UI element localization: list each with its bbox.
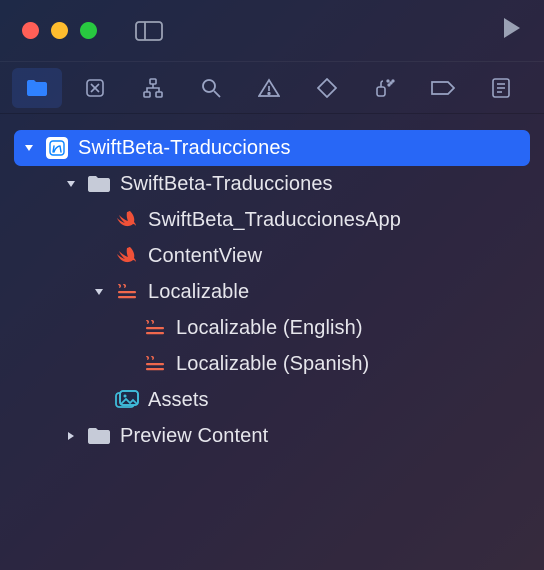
tree-row-swift-file[interactable]: SwiftBeta_TraduccionesApp — [14, 202, 530, 238]
tree-row-project-root[interactable]: SwiftBeta-Traducciones — [14, 130, 530, 166]
strings-file-icon — [114, 281, 140, 303]
tests-navigator-tab[interactable] — [302, 68, 352, 108]
tree-row-strings-file[interactable]: Localizable (Spanish) — [14, 346, 530, 382]
close-window-button[interactable] — [22, 22, 39, 39]
tree-row-label: SwiftBeta_TraduccionesApp — [148, 209, 401, 232]
diamond-icon — [317, 78, 337, 98]
swift-file-icon — [114, 209, 140, 231]
report-icon — [492, 78, 510, 98]
folder-icon — [86, 173, 112, 195]
swift-file-icon — [114, 245, 140, 267]
source-control-icon — [85, 78, 105, 98]
play-icon — [502, 17, 522, 39]
tree-row-label: Localizable (Spanish) — [176, 353, 369, 376]
title-bar — [0, 0, 544, 62]
breakpoints-navigator-tab[interactable] — [418, 68, 468, 108]
tree-row-strings-file[interactable]: Localizable (English) — [14, 310, 530, 346]
tree-row-strings-group[interactable]: Localizable — [14, 274, 530, 310]
strings-file-icon — [142, 317, 168, 339]
tree-row-label: Preview Content — [120, 425, 268, 448]
find-navigator-tab[interactable] — [186, 68, 236, 108]
source-control-navigator-tab[interactable] — [70, 68, 120, 108]
tree-row-label: Localizable — [148, 281, 249, 304]
chevron-down-icon[interactable] — [64, 177, 78, 191]
hierarchy-icon — [143, 78, 163, 98]
run-button[interactable] — [502, 17, 522, 45]
chevron-down-icon[interactable] — [22, 141, 36, 155]
symbols-navigator-tab[interactable] — [128, 68, 178, 108]
project-navigator-tab[interactable] — [12, 68, 62, 108]
tree-row-folder[interactable]: Preview Content — [14, 418, 530, 454]
navigator-tabs — [0, 62, 544, 114]
sidebar-icon — [135, 21, 163, 41]
minimize-window-button[interactable] — [51, 22, 68, 39]
breakpoint-icon — [431, 81, 455, 95]
tree-row-label: Assets — [148, 389, 209, 412]
spray-icon — [374, 78, 396, 98]
tree-row-swift-file[interactable]: ContentView — [14, 238, 530, 274]
toggle-sidebar-button[interactable] — [135, 21, 163, 41]
tree-row-label: Localizable (English) — [176, 317, 363, 340]
tree-row-label: ContentView — [148, 245, 262, 268]
tree-row-label: SwiftBeta-Traducciones — [78, 137, 291, 160]
xcode-project-icon — [44, 137, 70, 159]
debug-navigator-tab[interactable] — [360, 68, 410, 108]
tree-row-label: SwiftBeta-Traducciones — [120, 173, 333, 196]
warning-icon — [258, 78, 280, 98]
search-icon — [201, 78, 221, 98]
tree-row-folder[interactable]: SwiftBeta-Traducciones — [14, 166, 530, 202]
strings-file-icon — [142, 353, 168, 375]
folder-icon — [26, 79, 48, 97]
issues-navigator-tab[interactable] — [244, 68, 294, 108]
chevron-down-icon[interactable] — [92, 285, 106, 299]
window-controls — [22, 22, 97, 39]
folder-icon — [86, 425, 112, 447]
project-navigator-tree: SwiftBeta-Traducciones SwiftBeta-Traducc… — [0, 114, 544, 454]
assets-icon — [114, 389, 140, 411]
tree-row-assets[interactable]: Assets — [14, 382, 530, 418]
reports-navigator-tab[interactable] — [476, 68, 526, 108]
zoom-window-button[interactable] — [80, 22, 97, 39]
chevron-right-icon[interactable] — [64, 429, 78, 443]
